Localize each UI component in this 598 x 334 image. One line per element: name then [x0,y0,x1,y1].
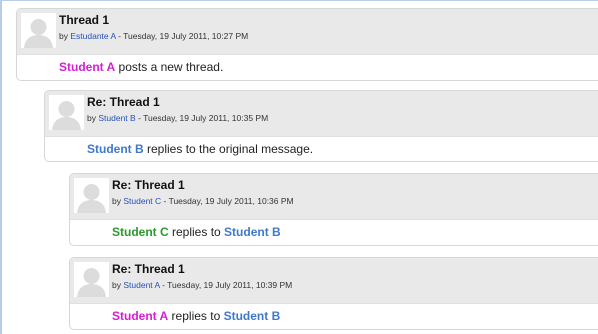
byline-prefix: by [59,31,68,41]
post-header: Re: Thread 1 by Student C - Tuesday, 19 … [70,174,598,220]
forum-post-4: Re: Thread 1 by Student A - Tuesday, 19 … [69,257,598,330]
user-silhouette-icon[interactable] [74,178,109,213]
post-byline: by Student B - Tuesday, 19 July 2011, 10… [87,113,268,123]
user-silhouette-icon[interactable] [21,13,56,48]
post-header: Thread 1 by Estudante A - Tuesday, 19 Ju… [17,9,598,55]
post-byline: by Student C - Tuesday, 19 July 2011, 10… [112,196,294,206]
author-link[interactable]: Student B [98,113,135,123]
message-target-name: Student B [224,225,281,239]
author-link[interactable]: Student A [123,280,159,290]
post-date: - Tuesday, 19 July 2011, 10:27 PM [115,31,249,41]
message-student-name: Student A [59,60,116,74]
post-byline: by Estudante A - Tuesday, 19 July 2011, … [59,31,248,41]
post-subject: Re: Thread 1 [112,178,185,192]
message-text: posts a new thread. [115,60,224,74]
post-message: Student A replies to Student B [70,304,598,329]
post-message: Student A posts a new thread. [17,55,598,80]
post-date: - Tuesday, 19 July 2011, 10:39 PM [159,280,293,290]
forum-post-3: Re: Thread 1 by Student C - Tuesday, 19 … [69,173,598,246]
message-student-name: Student C [112,225,169,239]
post-subject: Thread 1 [59,13,110,27]
post-subject: Re: Thread 1 [112,262,185,276]
author-link[interactable]: Estudante A [70,31,115,41]
message-student-name: Student A [112,309,169,323]
byline-prefix: by [112,196,121,206]
message-target-name: Student B [223,309,281,323]
byline-prefix: by [87,113,96,123]
forum-thread-view: Thread 1 by Estudante A - Tuesday, 19 Ju… [0,0,598,334]
message-text: replies to [168,225,225,239]
post-header: Re: Thread 1 by Student A - Tuesday, 19 … [70,258,598,304]
post-byline: by Student A - Tuesday, 19 July 2011, 10… [112,280,292,290]
frame-left-border [0,0,2,334]
post-message: Student C replies to Student B [70,220,598,245]
frame-top-border [0,0,598,1]
forum-post-1: Thread 1 by Estudante A - Tuesday, 19 Ju… [16,8,598,81]
byline-prefix: by [112,280,121,290]
message-text: replies to [168,309,224,323]
message-text: replies to the original message. [143,142,314,156]
forum-post-2: Re: Thread 1 by Student B - Tuesday, 19 … [44,90,598,162]
author-link[interactable]: Student C [123,196,161,206]
post-header: Re: Thread 1 by Student B - Tuesday, 19 … [45,91,598,137]
user-silhouette-icon[interactable] [74,262,109,297]
post-subject: Re: Thread 1 [87,95,160,109]
post-message: Student B replies to the original messag… [45,137,598,161]
post-date: - Tuesday, 19 July 2011, 10:36 PM [161,196,294,206]
post-date: - Tuesday, 19 July 2011, 10:35 PM [135,113,269,123]
message-student-name: Student B [87,142,144,156]
user-silhouette-icon[interactable] [49,95,84,130]
